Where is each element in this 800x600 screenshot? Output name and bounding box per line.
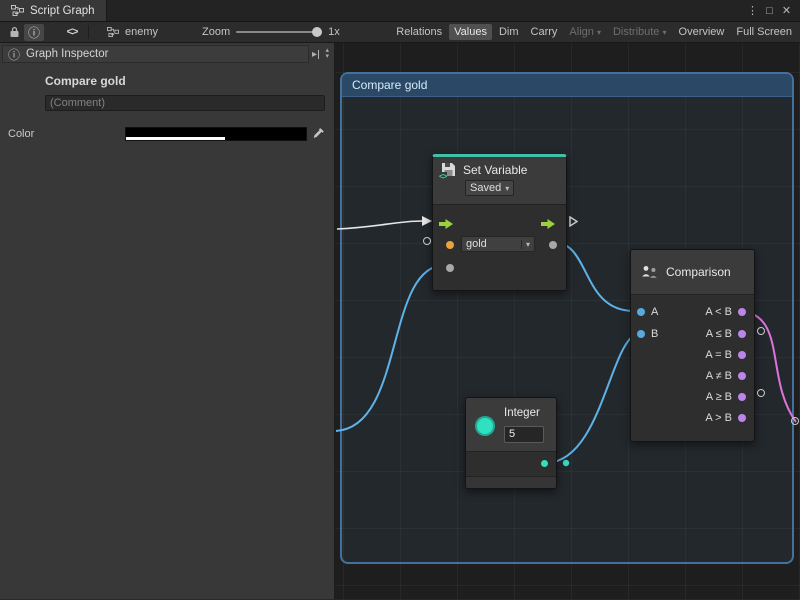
set-variable-node[interactable]: <> Set Variable Saved ▾ bbox=[432, 154, 567, 291]
chevron-down-icon: ▾ bbox=[505, 184, 509, 193]
output-label: A < B bbox=[705, 303, 732, 321]
integer-value-field[interactable]: 5 bbox=[504, 426, 544, 443]
color-label: Color bbox=[8, 128, 34, 140]
comparison-icon bbox=[641, 265, 658, 280]
comparison-output-port[interactable] bbox=[738, 372, 746, 380]
save-variable-icon: <> bbox=[441, 162, 456, 177]
input-label: A bbox=[651, 303, 658, 321]
chevron-down-icon: ▾ bbox=[663, 28, 667, 37]
tab-title: Script Graph bbox=[30, 5, 95, 17]
full-screen-button[interactable]: Full Screen bbox=[731, 24, 797, 40]
variable-badge-icon: <> bbox=[438, 172, 447, 181]
comparison-b-port[interactable] bbox=[637, 330, 645, 338]
integer-type-icon bbox=[475, 416, 495, 436]
eyedropper-icon[interactable] bbox=[312, 127, 325, 140]
spin-down-icon: ▾ bbox=[325, 54, 329, 60]
unconnected-port[interactable] bbox=[791, 417, 799, 425]
graph-canvas[interactable]: Compare gold bbox=[335, 43, 800, 599]
input-label: B bbox=[651, 325, 658, 343]
comparison-output-port[interactable] bbox=[738, 393, 746, 401]
color-field-row: Color bbox=[0, 127, 334, 142]
variable-scope-dropdown[interactable]: Saved ▾ bbox=[465, 180, 514, 196]
panel-spinner[interactable]: ▴ ▾ bbox=[322, 48, 332, 60]
graph-name-label: enemy bbox=[125, 26, 158, 38]
chevron-down-icon: ▾ bbox=[521, 240, 530, 249]
code-view-icon[interactable]: <> bbox=[62, 24, 82, 41]
relations-button[interactable]: Relations bbox=[391, 24, 447, 40]
output-label: A ≤ B bbox=[706, 325, 732, 343]
unconnected-port[interactable] bbox=[757, 389, 765, 397]
window-menu-icon[interactable]: ⋮ bbox=[744, 4, 761, 17]
zoom-slider[interactable] bbox=[236, 31, 322, 33]
script-graph-icon bbox=[11, 5, 24, 16]
value-in-port[interactable] bbox=[446, 264, 454, 272]
chevron-down-icon: ▾ bbox=[597, 28, 601, 37]
flow-out-bubble[interactable] bbox=[569, 216, 578, 227]
graph-asset-icon bbox=[103, 24, 123, 41]
node-footer bbox=[466, 476, 556, 488]
tab-script-graph[interactable]: Script Graph bbox=[0, 0, 107, 21]
dim-button[interactable]: Dim bbox=[494, 24, 524, 40]
toolbar-separator bbox=[88, 25, 89, 39]
distribute-button[interactable]: Distribute ▾ bbox=[608, 24, 672, 40]
zoom-value: 1x bbox=[328, 26, 340, 38]
window-controls: ⋮ □ ✕ bbox=[744, 0, 800, 21]
overview-button[interactable]: Overview bbox=[674, 24, 730, 40]
output-label: A ≠ B bbox=[706, 367, 732, 385]
comparison-output-port[interactable] bbox=[738, 308, 746, 316]
align-button[interactable]: Align ▾ bbox=[564, 24, 606, 40]
window-tab-bar: Script Graph ⋮ □ ✕ bbox=[0, 0, 800, 22]
dock-icon[interactable]: ▸ bbox=[312, 49, 320, 60]
lock-icon[interactable] bbox=[4, 24, 24, 41]
zoom-label: Zoom bbox=[202, 26, 230, 38]
carry-button[interactable]: Carry bbox=[526, 24, 563, 40]
group-header[interactable]: Compare gold bbox=[342, 74, 792, 97]
integer-node[interactable]: Integer 5 bbox=[465, 397, 557, 489]
unity-visual-scripting-window: Script Graph ⋮ □ ✕ ⓘ <> enemy Zoom bbox=[0, 0, 800, 600]
output-label: A ≥ B bbox=[706, 388, 732, 406]
zoom-slider-handle[interactable] bbox=[312, 27, 322, 37]
flow-out-port[interactable] bbox=[541, 219, 556, 229]
comment-input[interactable] bbox=[45, 95, 325, 111]
output-label: A > B bbox=[705, 409, 732, 427]
values-button[interactable]: Values bbox=[449, 24, 492, 40]
integer-output-port[interactable] bbox=[541, 460, 548, 467]
comparison-output-port[interactable] bbox=[738, 351, 746, 359]
graph-inspector-header: ⓘ Graph Inspector bbox=[2, 45, 309, 63]
comparison-output-port[interactable] bbox=[738, 330, 746, 338]
graph-inspector-panel: ⓘ Graph Inspector ▸ ▴ ▾ Compare gold Col… bbox=[0, 43, 335, 599]
unconnected-port[interactable] bbox=[757, 327, 765, 335]
node-title: Set Variable bbox=[463, 163, 527, 177]
close-icon[interactable]: ✕ bbox=[778, 4, 795, 17]
output-label: A = B bbox=[705, 346, 732, 364]
node-title: Comparison bbox=[666, 265, 731, 279]
alpha-strip bbox=[126, 137, 225, 140]
info-icon: ⓘ bbox=[8, 46, 20, 63]
value-out-port[interactable] bbox=[549, 241, 557, 249]
graph-toolbar: ⓘ <> enemy Zoom 1x Relations Values Dim … bbox=[0, 22, 800, 43]
color-swatch[interactable] bbox=[125, 127, 307, 141]
comparison-output-port[interactable] bbox=[738, 414, 746, 422]
inspected-graph-title: Compare gold bbox=[45, 74, 334, 88]
node-title: Integer bbox=[504, 407, 540, 419]
comparison-a-port[interactable] bbox=[637, 308, 645, 316]
flow-in-port[interactable] bbox=[439, 219, 454, 229]
unconnected-port[interactable] bbox=[423, 237, 431, 245]
comparison-node[interactable]: Comparison A A < B B A ≤ B A = B bbox=[630, 249, 755, 442]
inspector-toggle-icon[interactable]: ⓘ bbox=[24, 24, 44, 41]
variable-name-dropdown[interactable]: gold ▾ bbox=[461, 236, 535, 252]
maximize-icon[interactable]: □ bbox=[761, 5, 778, 17]
variable-name-port[interactable] bbox=[446, 241, 454, 249]
